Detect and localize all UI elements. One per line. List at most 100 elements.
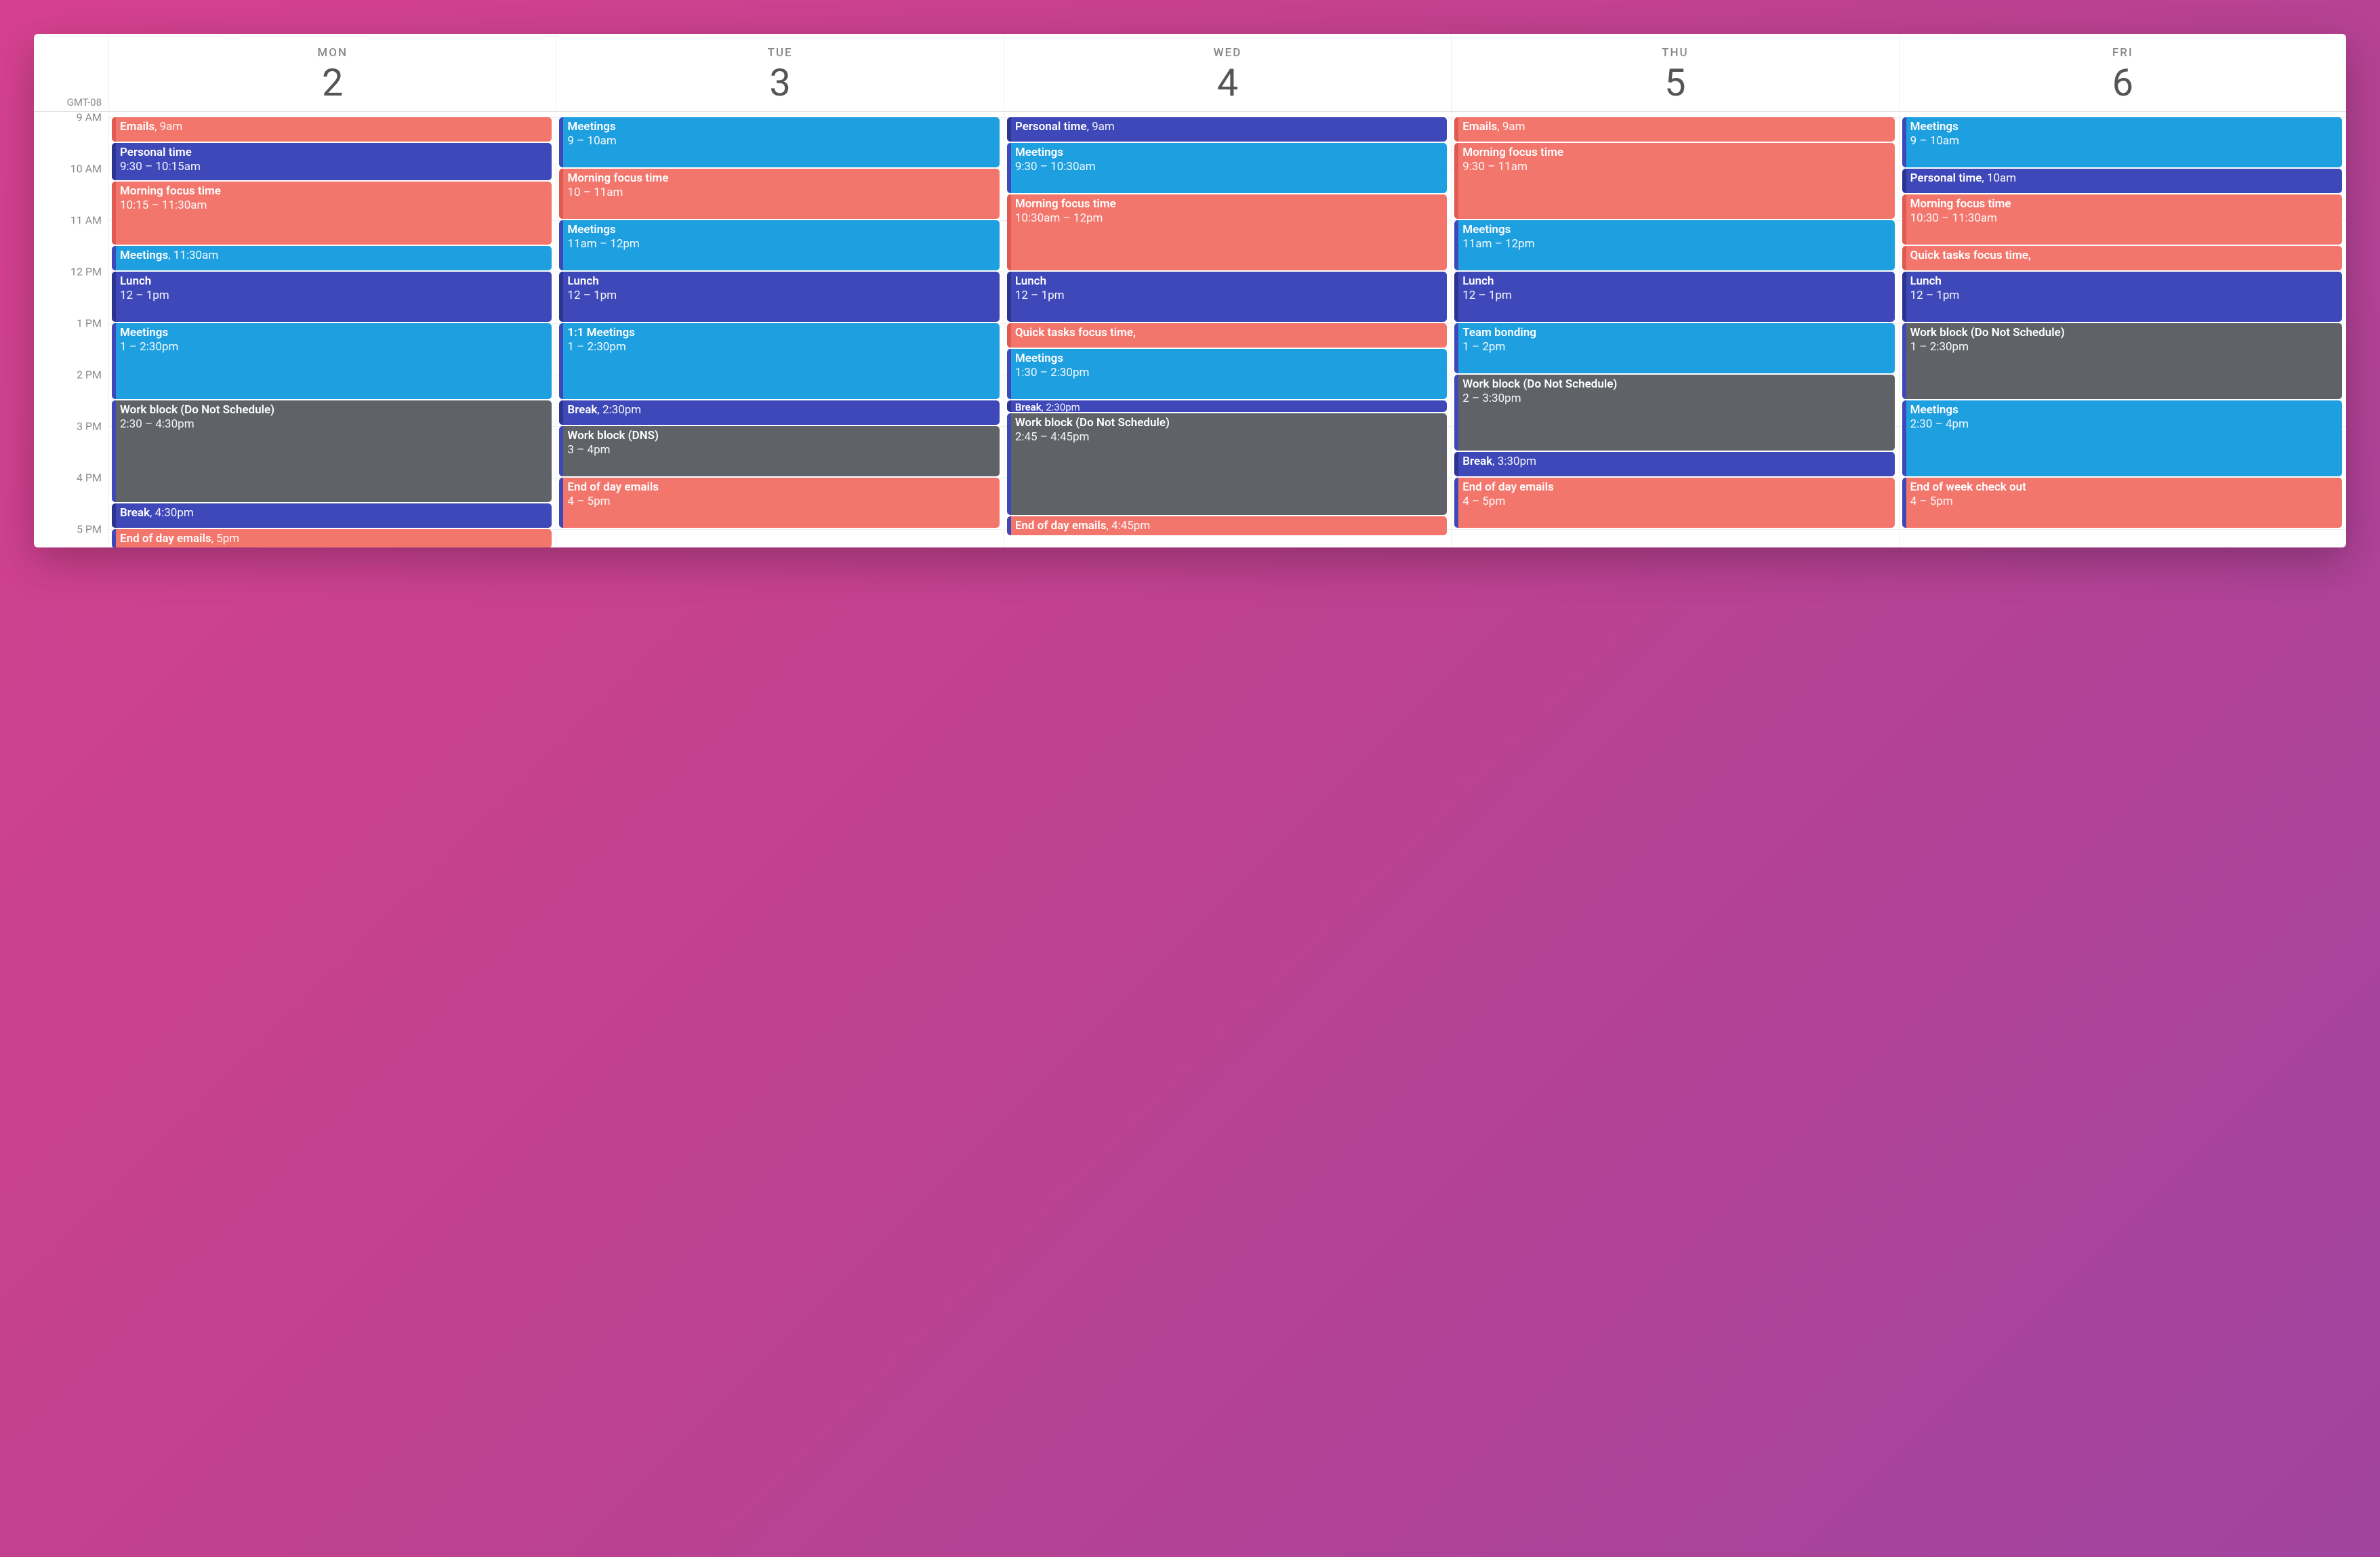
event-title: Meetings: [567, 223, 615, 236]
event-title: Morning focus time: [1910, 197, 2011, 211]
calendar-event[interactable]: Emails9am: [112, 117, 552, 142]
event-title: Work block (DNS): [567, 429, 659, 442]
calendar-event[interactable]: Personal time9:30 – 10:15am: [112, 143, 552, 180]
calendar-event[interactable]: Personal time9am: [1007, 117, 1447, 142]
event-time: 9am: [1497, 120, 1525, 133]
calendar-body: 9 AM10 AM11 AM12 PM1 PM2 PM3 PM4 PM5 PM …: [34, 112, 2346, 547]
day-abbr: FRI: [1900, 46, 2346, 60]
event-time: 9 – 10am: [567, 134, 616, 148]
calendar-event[interactable]: Lunch12 – 1pm: [1454, 272, 1894, 322]
event-title: Work block (Do Not Schedule): [120, 403, 274, 417]
calendar-event[interactable]: Lunch12 – 1pm: [1007, 272, 1447, 322]
event-time: 2:30pm: [1042, 401, 1080, 412]
event-time: 10am: [1982, 171, 2016, 185]
event-time: 2:30 – 4:30pm: [120, 417, 194, 431]
calendar-event[interactable]: Morning focus time9:30 – 11am: [1454, 143, 1894, 219]
calendar-event[interactable]: Meetings9:30 – 10:30am: [1007, 143, 1447, 193]
calendar-event[interactable]: Lunch12 – 1pm: [1902, 272, 2342, 322]
time-gutter: 9 AM10 AM11 AM12 PM1 PM2 PM3 PM4 PM5 PM: [34, 112, 108, 547]
calendar-week-view: GMT-08 MON 2TUE 3WED 4THU 5FRI 6 9 AM10 …: [34, 34, 2346, 547]
event-title: Team bonding: [1462, 326, 1536, 339]
calendar-event[interactable]: Work block (Do Not Schedule)1 – 2:30pm: [1902, 323, 2342, 399]
calendar-event[interactable]: Meetings11am – 12pm: [1454, 220, 1894, 270]
calendar-event[interactable]: Meetings11am – 12pm: [559, 220, 999, 270]
calendar-event[interactable]: Lunch12 – 1pm: [112, 272, 552, 322]
day-column[interactable]: Meetings9 – 10amMorning focus time10 – 1…: [556, 112, 1003, 547]
event-title: End of day emails: [1462, 480, 1554, 494]
hour-label: 5 PM: [77, 522, 102, 535]
calendar-event[interactable]: Work block (Do Not Schedule)2:45 – 4:45p…: [1007, 413, 1447, 515]
hour-label: 4 PM: [77, 471, 102, 484]
event-time: 10 – 11am: [567, 186, 623, 199]
calendar-event[interactable]: Meetings1 – 2:30pm: [112, 323, 552, 399]
calendar-event[interactable]: Work block (Do Not Schedule)2:30 – 4:30p…: [112, 400, 552, 502]
calendar-event[interactable]: End of day emails4:45pm: [1007, 516, 1447, 535]
day-header[interactable]: THU 5: [1451, 34, 1898, 111]
event-time: 10:15 – 11:30am: [120, 199, 207, 212]
event-time: 1:30 – 2:30pm: [1015, 366, 1090, 379]
event-time: 2:45 – 4:45pm: [1015, 430, 1090, 444]
calendar-event[interactable]: 1:1 Meetings1 – 2:30pm: [559, 323, 999, 399]
hour-gridline: [1452, 529, 1898, 530]
day-column[interactable]: Emails9amPersonal time9:30 – 10:15amMorn…: [108, 112, 556, 547]
day-header[interactable]: WED 4: [1004, 34, 1451, 111]
event-time: 4:30pm: [150, 506, 194, 520]
calendar-event[interactable]: Work block (Do Not Schedule)2 – 3:30pm: [1454, 375, 1894, 451]
event-time: 11am – 12pm: [1462, 237, 1534, 251]
calendar-event[interactable]: Break2:30pm: [1007, 400, 1447, 412]
day-column[interactable]: Emails9amMorning focus time9:30 – 11amMe…: [1451, 112, 1898, 547]
event-time: 11:30am: [168, 249, 218, 262]
event-title: Break: [567, 403, 597, 417]
calendar-event[interactable]: Team bonding1 – 2pm: [1454, 323, 1894, 373]
day-abbr: TUE: [556, 46, 1003, 60]
calendar-grid[interactable]: Emails9amPersonal time9:30 – 10:15amMorn…: [108, 112, 2346, 547]
day-column[interactable]: Meetings9 – 10amPersonal time10amMorning…: [1899, 112, 2346, 547]
event-title: Lunch: [1910, 274, 1942, 288]
calendar-event[interactable]: Morning focus time10:30am – 12pm: [1007, 194, 1447, 270]
calendar-event[interactable]: Quick tasks focus time,: [1007, 323, 1447, 348]
calendar-event[interactable]: Lunch12 – 1pm: [559, 272, 999, 322]
event-time: 12 – 1pm: [1462, 289, 1512, 302]
calendar-event[interactable]: Work block (DNS)3 – 4pm: [559, 426, 999, 476]
event-title: Break: [120, 506, 150, 520]
hour-label: 2 PM: [77, 368, 102, 381]
calendar-event[interactable]: Meetings2:30 – 4pm: [1902, 400, 2342, 476]
calendar-event[interactable]: End of day emails4 – 5pm: [1454, 478, 1894, 528]
event-time: 10:30 – 11:30am: [1910, 211, 1997, 225]
calendar-event[interactable]: Break3:30pm: [1454, 452, 1894, 476]
event-time: 1 – 2:30pm: [567, 340, 625, 354]
day-number: 5: [1452, 62, 1898, 104]
calendar-event[interactable]: Quick tasks focus time,: [1902, 246, 2342, 270]
calendar-event[interactable]: Break2:30pm: [559, 400, 999, 425]
day-header[interactable]: FRI 6: [1899, 34, 2346, 111]
calendar-event[interactable]: Meetings9 – 10am: [1902, 117, 2342, 167]
calendar-event[interactable]: End of day emails4 – 5pm: [559, 478, 999, 528]
event-title: Lunch: [567, 274, 598, 288]
calendar-event[interactable]: Meetings9 – 10am: [559, 117, 999, 167]
event-time: 2:30 – 4pm: [1910, 417, 1969, 431]
event-title: Meetings: [1015, 352, 1063, 365]
calendar-event[interactable]: Emails9am: [1454, 117, 1894, 142]
event-title: End of week check out: [1910, 480, 2026, 494]
day-column[interactable]: Personal time9amMeetings9:30 – 10:30amMo…: [1004, 112, 1451, 547]
event-title: Meetings: [120, 249, 168, 262]
calendar-event[interactable]: End of day emails5pm: [112, 529, 552, 547]
calendar-event[interactable]: Morning focus time10 – 11am: [559, 169, 999, 219]
calendar-event[interactable]: Meetings11:30am: [112, 246, 552, 270]
event-title: Meetings: [1910, 403, 1958, 417]
hour-label: 9 AM: [77, 110, 102, 123]
event-title: End of day emails: [120, 532, 211, 545]
calendar-event[interactable]: Break4:30pm: [112, 503, 552, 528]
calendar-event[interactable]: Personal time10am: [1902, 169, 2342, 193]
calendar-event[interactable]: Morning focus time10:15 – 11:30am: [112, 182, 552, 245]
day-number: 3: [556, 62, 1003, 104]
day-header[interactable]: MON 2: [108, 34, 556, 111]
event-time: 9 – 10am: [1910, 134, 1959, 148]
day-header[interactable]: TUE 3: [556, 34, 1003, 111]
calendar-event[interactable]: Morning focus time10:30 – 11:30am: [1902, 194, 2342, 245]
calendar-event[interactable]: End of week check out4 – 5pm: [1902, 478, 2342, 528]
calendar-event[interactable]: Meetings1:30 – 2:30pm: [1007, 349, 1447, 399]
event-time: 11am – 12pm: [567, 237, 639, 251]
hour-label: 12 PM: [70, 265, 102, 278]
event-time: 2 – 3:30pm: [1462, 392, 1521, 405]
